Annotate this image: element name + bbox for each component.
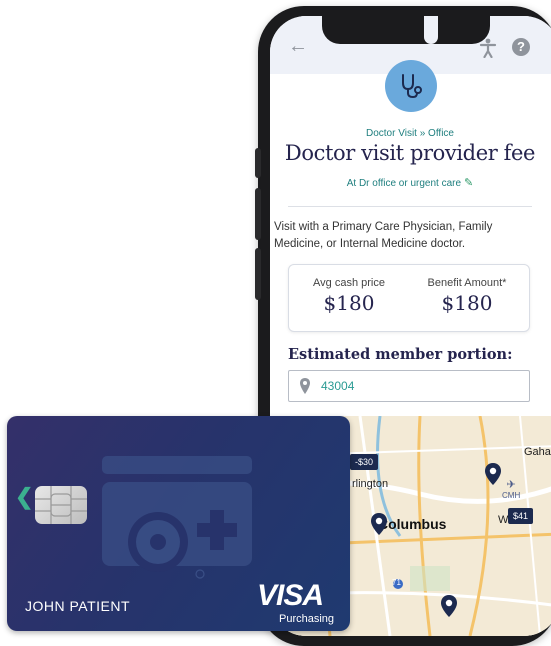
map-city-label: Gahanna — [524, 446, 551, 458]
back-arrow-icon[interactable]: ← — [288, 36, 308, 56]
map-price-tag[interactable]: $41 — [508, 508, 534, 524]
location-type-link[interactable]: At Dr office or urgent care ✎ — [270, 176, 550, 189]
medical-kit-watermark-icon — [102, 456, 252, 579]
map-pin-icon[interactable] — [370, 512, 388, 536]
map-pin-icon[interactable] — [440, 594, 458, 618]
estimate-heading: Estimated member portion: — [288, 346, 513, 363]
phone-mute-switch — [255, 148, 261, 178]
visa-logo: VISA — [257, 579, 324, 612]
airplane-icon: ✈ — [506, 479, 516, 491]
map-city-label: rlington — [352, 478, 389, 490]
help-icon[interactable]: ? — [512, 38, 530, 56]
chip-contacts — [35, 486, 87, 524]
pencil-icon[interactable]: ✎ — [464, 177, 473, 189]
phone-notch — [322, 16, 490, 44]
notch-gap — [424, 16, 438, 44]
map-price-tag[interactable]: -$30 — [350, 454, 379, 470]
service-description: Visit with a Primary Care Physician, Fam… — [274, 221, 493, 250]
chevron-left-icon[interactable]: ❮ — [15, 484, 33, 510]
divider — [288, 206, 532, 207]
location-pin-icon — [300, 378, 310, 394]
map-city-label: Columbus — [378, 516, 447, 532]
benefit-label: Benefit Amount* — [427, 277, 507, 289]
avg-cash-value: $180 — [323, 291, 375, 315]
location-type-label: At Dr office or urgent care — [346, 178, 462, 189]
route-number: 71 — [392, 578, 401, 587]
card-chip — [35, 486, 87, 524]
stethoscope-badge — [385, 60, 437, 112]
phone-volume-down — [255, 248, 261, 300]
avg-cash-label: Avg cash price — [313, 277, 385, 289]
cardholder-name: JOHN PATIENT — [25, 598, 131, 614]
map-pin-icon[interactable] — [484, 462, 502, 486]
page-title: Doctor visit provider fee — [284, 141, 536, 165]
map-city-label: W — [498, 514, 509, 526]
airport-code: CMH — [502, 491, 521, 500]
phone-volume-up — [255, 188, 261, 240]
stethoscope-icon — [402, 74, 422, 99]
airport-marker: ✈ CMH — [502, 478, 520, 500]
breadcrumb[interactable]: Doctor Visit » Office — [270, 128, 550, 139]
zip-code-value: 43004 — [321, 379, 355, 393]
benefit-value: $180 — [441, 291, 493, 315]
payment-card: ❮ JOHN PATIENT VISA Purchasing — [7, 416, 350, 631]
avg-cash-price: Avg cash price $180 — [289, 277, 409, 315]
price-summary-card: Avg cash price $180 Benefit Amount* $180 — [288, 264, 530, 332]
zip-code-input[interactable]: 43004 — [288, 370, 530, 402]
visa-card-type: Purchasing — [279, 613, 335, 625]
benefit-amount: Benefit Amount* $180 — [407, 277, 527, 315]
